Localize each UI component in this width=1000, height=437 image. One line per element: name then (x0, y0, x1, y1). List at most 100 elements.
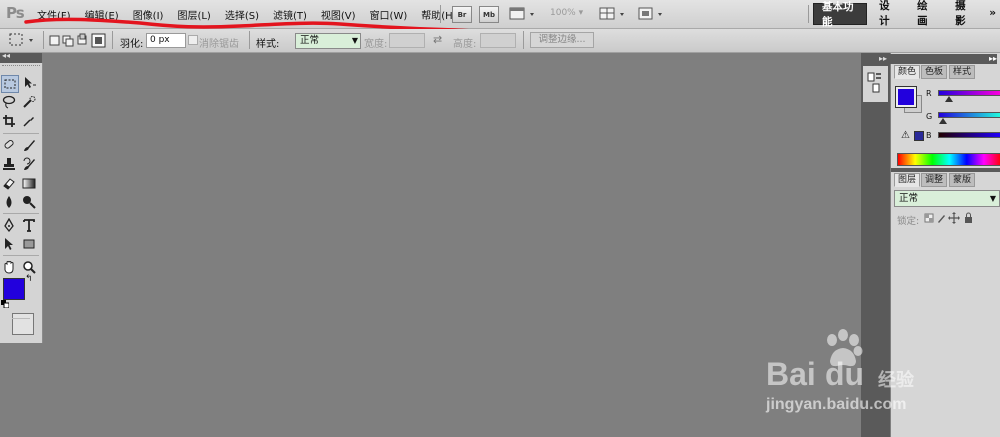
panel-grip (2, 65, 40, 69)
color-foreground-swatch[interactable] (895, 86, 917, 108)
rectangular-marquee-icon[interactable] (1, 75, 19, 93)
expand-icon[interactable]: ▸▸ (879, 54, 887, 63)
healing-brush-icon[interactable] (1, 137, 17, 153)
feather-input[interactable]: 0 px (146, 33, 186, 48)
view-extras-icon (509, 7, 534, 20)
watermark-brand-du: du (825, 356, 865, 392)
height-label: 高度: (453, 39, 477, 50)
add-to-selection-icon[interactable] (62, 35, 74, 47)
swap-dimensions-icon[interactable]: ⇄ (433, 33, 442, 46)
tools-divider (3, 255, 39, 256)
collapse-icon[interactable]: ◂◂ (2, 51, 10, 60)
blend-mode-value: 正常 (899, 193, 919, 204)
feather-label: 羽化: (120, 39, 144, 50)
path-selection-icon[interactable] (1, 236, 17, 252)
subtract-from-selection-icon[interactable] (77, 33, 87, 45)
foreground-color-swatch[interactable] (3, 278, 25, 300)
hand-tool-icon[interactable] (1, 259, 17, 275)
chevron-down-icon: ▼ (351, 36, 358, 45)
view-extras-dropdown[interactable] (509, 6, 539, 22)
height-input[interactable] (480, 33, 516, 48)
quick-mask-divider (12, 318, 30, 319)
tab-swatches[interactable]: 色板 (921, 65, 948, 79)
type-tool-icon[interactable] (21, 217, 37, 233)
history-brush-icon[interactable] (21, 156, 37, 172)
blend-mode-select[interactable]: 正常 ▼ (894, 190, 1000, 207)
crop-tool-icon[interactable] (1, 113, 17, 129)
tab-color[interactable]: 颜色 (894, 65, 921, 79)
antialias-label: 消除锯齿 (199, 39, 239, 50)
options-divider (523, 31, 524, 49)
eyedropper-icon[interactable] (21, 113, 37, 129)
brush-tool-icon[interactable] (21, 137, 37, 153)
channel-b-slider[interactable] (938, 132, 1000, 138)
history-panel-icon[interactable] (866, 70, 884, 96)
channel-r-thumb[interactable] (945, 96, 953, 102)
workspace-photography[interactable]: 摄影 (947, 0, 981, 27)
zoom-tool-icon[interactable] (21, 259, 37, 275)
workspace-design[interactable]: 设计 (871, 0, 905, 27)
refine-edge-button[interactable]: 调整边缘... (530, 32, 594, 48)
lock-position-icon[interactable] (948, 212, 960, 224)
screen-mode-icon (638, 7, 662, 20)
tools-panel: ↰ (0, 63, 43, 343)
tools-panel-header[interactable]: ◂◂ (0, 51, 42, 63)
arrange-documents-dropdown[interactable] (599, 6, 629, 22)
move-tool-icon[interactable] (21, 75, 37, 91)
dodge-tool-icon[interactable] (21, 194, 37, 210)
screen-mode-dropdown[interactable] (637, 6, 667, 22)
tool-preset-picker[interactable] (8, 32, 38, 48)
channel-g-thumb[interactable] (939, 118, 947, 124)
background-color-swatch[interactable] (12, 313, 34, 335)
chevron-down-icon: ▼ (989, 194, 996, 203)
color-spectrum-ramp[interactable] (897, 153, 1000, 166)
options-divider (249, 31, 250, 49)
tab-layers[interactable]: 图层 (894, 173, 921, 187)
options-divider (112, 31, 113, 49)
width-input[interactable] (389, 33, 425, 48)
gamut-color-swatch[interactable] (914, 131, 924, 141)
workspace-painting[interactable]: 绘画 (909, 0, 943, 27)
eraser-tool-icon[interactable] (1, 175, 17, 191)
selection-mode-group (49, 33, 109, 48)
lock-all-icon[interactable] (965, 212, 972, 223)
quick-selection-icon[interactable] (21, 94, 37, 110)
workspace-essentials[interactable]: 基本功能 (813, 1, 868, 28)
panel-collapse-icon[interactable]: ▸▸ (888, 54, 997, 64)
new-selection-icon[interactable] (49, 35, 60, 46)
tab-masks[interactable]: 蒙版 (949, 173, 976, 187)
channel-g-slider[interactable] (938, 112, 1000, 118)
gradient-tool-icon[interactable] (21, 175, 37, 191)
workspace-more-icon[interactable]: » (985, 3, 1000, 23)
clone-stamp-icon[interactable] (1, 156, 17, 172)
antialias-checkbox[interactable] (188, 35, 198, 45)
workspace-switcher: 基本功能 设计 绘画 摄影 » (813, 0, 1000, 28)
watermark-url: jingyan.baidu.com (766, 396, 907, 413)
lock-image-pixels-icon[interactable] (938, 215, 945, 223)
style-label: 样式: (256, 39, 280, 50)
style-select[interactable]: 正常 ▼ (295, 33, 361, 49)
lock-options (924, 212, 994, 224)
lock-transparent-pixels-icon[interactable] (924, 213, 934, 223)
gamut-warning-icon[interactable]: ⚠ (901, 130, 910, 141)
lock-label: 锁定: (897, 216, 920, 227)
tools-divider (3, 133, 39, 134)
rectangle-tool-icon[interactable] (21, 236, 37, 252)
channel-r-label: R (926, 89, 932, 98)
tools-divider (3, 213, 39, 214)
blur-tool-icon[interactable] (1, 194, 17, 210)
dock-icon-group (863, 66, 888, 102)
panel-group-divider (891, 168, 1000, 172)
tab-adjustments[interactable]: 调整 (921, 173, 948, 187)
swap-colors-icon[interactable]: ↰ (25, 274, 33, 284)
pen-tool-icon[interactable] (1, 217, 17, 233)
zoom-value: 100% (550, 8, 576, 18)
default-colors-icon[interactable] (1, 300, 10, 309)
watermark-jingyan: 经验 (878, 370, 914, 391)
channel-g-label: G (926, 112, 933, 121)
intersect-selection-icon[interactable] (91, 33, 106, 48)
zoom-level[interactable]: 100% ▾ (550, 8, 583, 18)
lasso-tool-icon[interactable] (1, 94, 17, 110)
workspace-divider (808, 5, 809, 23)
tab-styles[interactable]: 样式 (949, 65, 976, 79)
